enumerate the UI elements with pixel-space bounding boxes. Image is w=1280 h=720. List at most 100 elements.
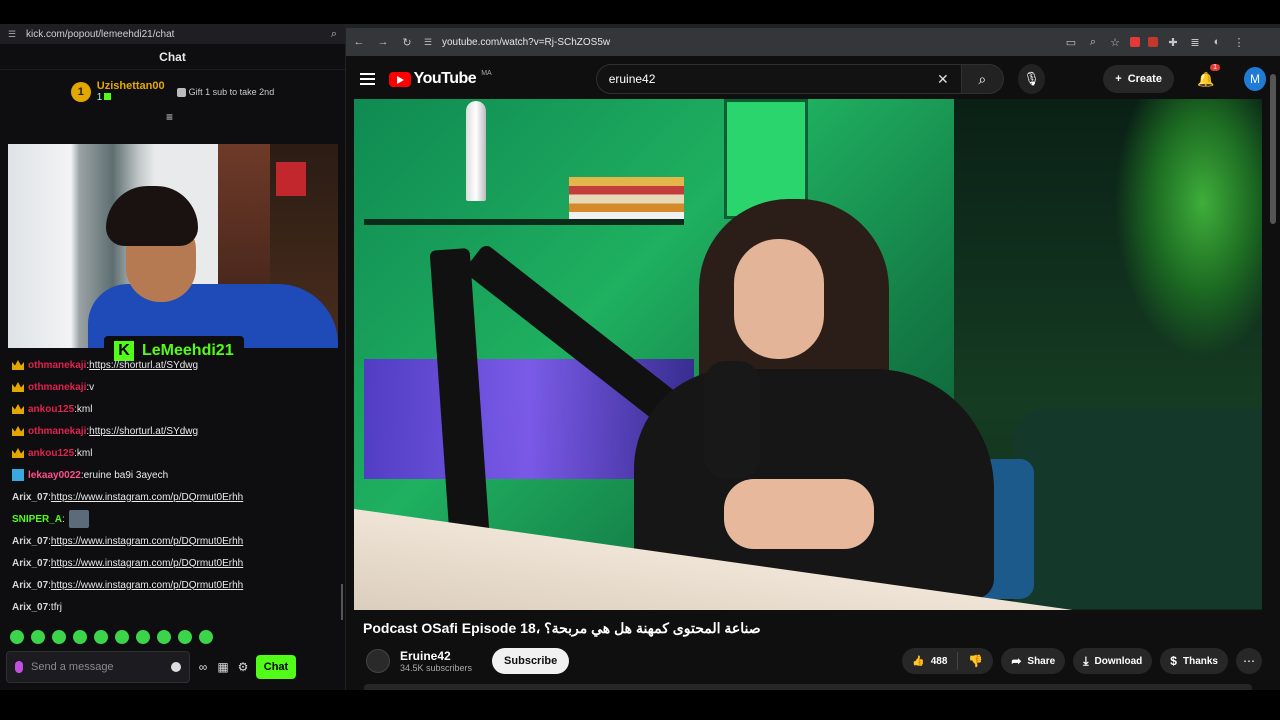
search-input[interactable]: eruine42 ✕ [595, 64, 962, 94]
message-input[interactable]: Send a message [6, 651, 190, 683]
settings-icon[interactable]: ⚙ [236, 660, 250, 674]
video-player[interactable] [354, 99, 1262, 610]
chat-scrollbar[interactable] [341, 584, 343, 620]
chat-link[interactable]: https://www.instagram.com/p/DQrmut0Erhh [51, 536, 243, 547]
chat-username[interactable]: lekaay0022 [28, 470, 81, 481]
chat-text: kml [76, 403, 93, 415]
kick-url-text[interactable]: kick.com/popout/lemeehdi21/chat [26, 29, 331, 40]
quick-emote[interactable] [199, 630, 213, 644]
search-query[interactable]: eruine42 [609, 72, 937, 86]
create-button[interactable]: + Create [1103, 65, 1174, 93]
clear-search-icon[interactable]: ✕ [937, 71, 949, 88]
bookmark-star-icon[interactable]: ☆ [1108, 35, 1122, 49]
account-avatar[interactable]: M [1244, 67, 1266, 91]
site-settings-icon[interactable]: ☰ [8, 29, 18, 39]
extension-badge-icon[interactable] [1148, 37, 1158, 47]
install-icon[interactable]: ▭ [1064, 35, 1078, 49]
youtube-logo[interactable]: YouTube MA [388, 70, 492, 88]
hamburger-menu-icon[interactable] [360, 73, 375, 85]
kick-url-bar[interactable]: ☰ kick.com/popout/lemeehdi21/chat ⌕ [0, 24, 345, 44]
quick-emotes [10, 630, 213, 644]
store-icon[interactable]: ▦ [216, 660, 230, 674]
more-icon: ⋯ [1243, 654, 1255, 668]
chat-username[interactable]: Arix_07 [12, 580, 48, 591]
rank-badge: 1 [70, 82, 91, 102]
quick-emote[interactable] [73, 630, 87, 644]
more-actions-button[interactable]: ⋯ [1236, 648, 1262, 674]
send-chat-button[interactable]: Chat [256, 655, 296, 679]
chat-link[interactable]: https://shorturl.at/SYdwg [89, 426, 198, 437]
chat-username[interactable]: Arix_07 [12, 536, 48, 547]
site-info-icon[interactable]: ☰ [424, 37, 434, 47]
back-icon[interactable]: ← [352, 35, 366, 49]
share-button[interactable]: ➦ Share [1001, 648, 1066, 674]
gift-hint-text: Gift 1 sub to take 2nd [188, 87, 275, 97]
forward-icon[interactable]: → [376, 35, 390, 49]
browser-menu-icon[interactable]: ⋮ [1232, 35, 1246, 49]
channel-avatar[interactable] [366, 649, 390, 673]
quick-emote[interactable] [94, 630, 108, 644]
plus-icon: + [1115, 73, 1122, 85]
chat-message: Arix_07: https://www.instagram.com/p/DQr… [12, 486, 340, 508]
page-scrollbar[interactable] [1270, 74, 1276, 224]
voice-search-button[interactable]: 🎙 [1017, 64, 1046, 94]
chat-username[interactable]: ankou125 [28, 448, 74, 459]
address-text[interactable]: youtube.com/watch?v=Rj-SChZOS5w [442, 37, 1056, 48]
chat-username[interactable]: Arix_07 [12, 602, 48, 613]
zoom-icon[interactable]: ⌕ [1086, 35, 1100, 49]
streamer-webcam [8, 144, 338, 348]
chat-link[interactable]: https://www.instagram.com/p/DQrmut0Erhh [51, 558, 243, 569]
emoji-icon[interactable] [171, 662, 181, 672]
chat-username[interactable]: othmanekaji [28, 360, 86, 371]
quick-emote[interactable] [31, 630, 45, 644]
chat-link[interactable]: https://www.instagram.com/p/DQrmut0Erhh [51, 492, 243, 503]
profile-icon[interactable]: ◐ [1210, 35, 1224, 49]
gift-hint[interactable]: Gift 1 sub to take 2nd [176, 87, 275, 97]
pinned-username[interactable]: Uzishettan00 [97, 80, 165, 92]
chat-link[interactable]: https://shorturl.at/SYdwg [89, 360, 198, 371]
search-button[interactable]: ⌕ [961, 64, 1004, 94]
download-button[interactable]: ⤓ Download [1073, 648, 1153, 674]
youtube-play-icon [388, 71, 411, 87]
channel-name[interactable]: Eruine42 [400, 649, 472, 663]
quick-emote[interactable] [136, 630, 150, 644]
message-placeholder[interactable]: Send a message [31, 661, 163, 673]
collapse-icon[interactable]: ≡ [166, 110, 173, 124]
subscribe-button[interactable]: Subscribe [492, 648, 570, 674]
dislike-button[interactable]: 👎 [958, 654, 993, 668]
chat-link[interactable]: https://www.instagram.com/p/DQrmut0Erhh [51, 580, 243, 591]
quick-emote[interactable] [178, 630, 192, 644]
quick-emote[interactable] [10, 630, 24, 644]
reload-icon[interactable]: ↻ [400, 35, 414, 49]
quick-emote[interactable] [157, 630, 171, 644]
chat-username[interactable]: othmanekaji [28, 426, 86, 437]
chat-username[interactable]: SNIPER_A [12, 514, 62, 525]
notifications-button[interactable]: 🔔 1 [1196, 64, 1221, 90]
infinity-icon[interactable]: ∞ [196, 660, 210, 674]
pinned-user[interactable]: Uzishettan00 1 [97, 80, 165, 104]
chat-messages: othmanekaji: https://shorturl.at/SYdwg ot… [12, 354, 340, 618]
media-icon[interactable]: ≣ [1188, 35, 1202, 49]
verified-badge-icon [12, 469, 24, 481]
guest-hands [724, 479, 874, 549]
share-icon: ➦ [1011, 654, 1022, 668]
channel-info: Eruine42 34.5K subscribers [400, 649, 472, 673]
crown-badge-icon [12, 360, 24, 370]
video-actions: 👍 488 👎 ➦ Share ⤓ Download $ Thanks ⋯ [902, 648, 1262, 674]
chat-username[interactable]: ankou125 [28, 404, 74, 415]
description-box[interactable] [364, 684, 1252, 690]
youtube-wordmark: YouTube [413, 70, 477, 87]
chat-username[interactable]: Arix_07 [12, 492, 48, 503]
crown-badge-icon [12, 426, 24, 436]
mic-icon[interactable] [15, 661, 23, 673]
chat-username[interactable]: othmanekaji [28, 382, 86, 393]
like-button[interactable]: 👍 488 [902, 652, 959, 670]
thanks-button[interactable]: $ Thanks [1160, 648, 1228, 674]
extension-red-icon[interactable] [1130, 37, 1140, 47]
quick-emote[interactable] [52, 630, 66, 644]
extensions-puzzle-icon[interactable]: ✚ [1166, 35, 1180, 49]
zoom-icon[interactable]: ⌕ [331, 28, 337, 41]
quick-emote[interactable] [115, 630, 129, 644]
address-bar[interactable]: ☰ youtube.com/watch?v=Rj-SChZOS5w ▭ ⌕ ☆ … [424, 31, 1246, 53]
chat-username[interactable]: Arix_07 [12, 558, 48, 569]
